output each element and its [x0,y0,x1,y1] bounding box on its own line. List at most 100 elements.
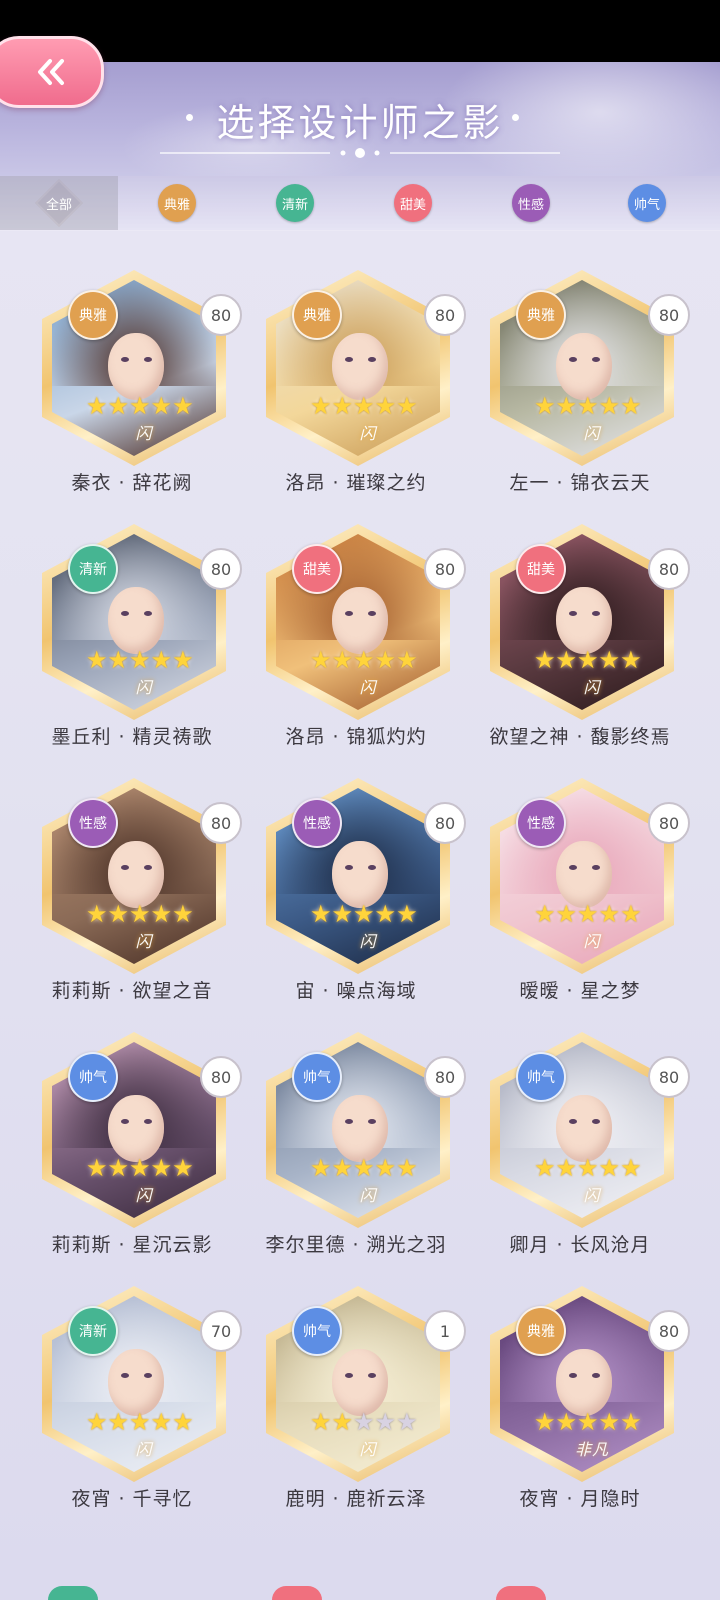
card-name: 暧暧 · 星之梦 [519,980,641,1002]
star-icon: ★ [577,900,599,928]
star-icon: ★ [534,900,556,928]
style-badge: 甜美 [292,544,342,594]
filter-pill: 全部 [36,180,82,226]
flash-label: 闪 [135,678,153,697]
star-icon: ★ [374,1408,397,1436]
star-icon: ★ [555,646,578,674]
star-rating: ★ ★ ★ ★ ★ [86,1410,196,1434]
star-rating: ★ ★ ★ ★ ★ [310,394,420,418]
designer-card[interactable]: ★ ★ ★ ★ ★ 闪 帅气 80 卿月 · 长风沧月 [470,1032,690,1268]
portrait-frame: ★ ★ ★ ★ ★ 闪 [42,778,226,974]
status-bar [0,0,720,62]
star-icon: ★ [534,1154,556,1182]
star-icon: ★ [577,1408,599,1436]
designer-card[interactable]: ★ ★ ★ ★ ★ 闪 甜美 80 洛昂 · 锦狐灼灼 [246,524,466,760]
star-icon: ★ [86,1408,108,1436]
style-badge: 帅气 [292,1306,342,1356]
star-icon: ★ [555,900,578,928]
designer-card[interactable]: ★ ★ ★ ★ ★ 闪 帅气 80 莉莉斯 · 星沉云影 [22,1032,242,1268]
page-title: 选择设计师之影 [216,101,504,145]
star-icon: ★ [310,1154,332,1182]
card-name: 洛昂 · 锦狐灼灼 [285,726,427,748]
peek-badge [48,1586,98,1600]
portrait-frame: ★ ★ ★ ★ ★ 闪 [42,270,226,466]
designer-card[interactable]: ★ ★ ★ ★ ★ 闪 性感 80 暧暧 · 星之梦 [470,778,690,1014]
filter-tab-sexy[interactable]: 性感 [472,176,590,230]
filter-tab-sweet[interactable]: 甜美 [354,176,472,230]
style-badge: 典雅 [292,290,342,340]
card-name: 墨丘利 · 精灵祷歌 [51,726,213,748]
style-badge: 帅气 [292,1052,342,1102]
filter-tab-elegant[interactable]: 典雅 [118,176,236,230]
style-badge: 性感 [292,798,342,848]
card-name: 卿月 · 长风沧月 [509,1234,651,1256]
star-icon: ★ [172,1154,194,1182]
title-ornament-dot [512,114,519,121]
portrait-frame: ★ ★ ★ ★ ★ 闪 [490,778,674,974]
star-rating: ★ ★ ★ ★ ★ [310,648,420,672]
filter-tab-cool[interactable]: 帅气 [588,176,706,230]
star-icon: ★ [353,392,375,420]
star-icon: ★ [331,1408,354,1436]
star-icon: ★ [129,392,151,420]
star-icon: ★ [107,1408,130,1436]
level-badge: 80 [424,1056,466,1098]
star-rating: ★ ★ ★ ★ ★ [86,1156,196,1180]
card-name: 宙 · 噪点海域 [295,980,417,1002]
designer-card[interactable]: ★ ★ ★ ★ ★ 闪 帅气 80 李尔里德 · 溯光之羽 [246,1032,466,1268]
portrait-face [555,840,612,908]
portrait-face [107,1348,164,1416]
designer-card[interactable]: ★ ★ ★ ★ ★ 闪 清新 80 墨丘利 · 精灵祷歌 [22,524,242,760]
star-icon: ★ [331,392,354,420]
designer-card[interactable]: ★ ★ ★ ★ ★ 闪 典雅 80 秦衣 · 辞花阙 [22,270,242,506]
flash-label: 闪 [135,932,153,951]
star-icon: ★ [129,900,151,928]
star-icon: ★ [129,1154,151,1182]
designer-card[interactable]: ★ ★ ★ ★ ★ 闪 性感 80 宙 · 噪点海域 [246,778,466,1014]
flash-label: 闪 [359,424,377,443]
designer-card[interactable]: ★ ★ ★ ★ ★ 闪 典雅 80 洛昂 · 璀璨之约 [246,270,466,506]
star-icon: ★ [331,646,354,674]
card-name: 李尔里德 · 溯光之羽 [265,1234,447,1256]
star-icon: ★ [396,646,418,674]
filter-tab-fresh[interactable]: 清新 [236,176,354,230]
filter-pill: 帅气 [628,184,666,222]
level-badge: 80 [200,294,242,336]
card-name: 莉莉斯 · 欲望之音 [51,980,213,1002]
portrait-face [107,332,164,400]
designer-card[interactable]: ★ ★ ★ ★ ★ 闪 甜美 80 欲望之神 · 馥影终焉 [470,524,690,760]
filter-pill: 甜美 [394,184,432,222]
star-icon: ★ [620,646,642,674]
designer-card[interactable]: ★ ★ ★ ★ ★ 闪 典雅 80 左一 · 锦衣云天 [470,270,690,506]
flash-label: 闪 [583,678,601,697]
star-icon: ★ [86,646,108,674]
card-name: 莉莉斯 · 星沉云影 [51,1234,213,1256]
style-badge: 典雅 [68,290,118,340]
level-badge: 80 [200,802,242,844]
star-icon: ★ [310,900,332,928]
portrait-face [331,840,388,908]
level-badge: 80 [648,294,690,336]
designer-card[interactable]: ★ ★ ★ ★ ★ 闪 帅气 1 鹿明 · 鹿祈云泽 [246,1286,466,1522]
star-icon: ★ [598,1154,621,1182]
level-badge: 80 [200,548,242,590]
card-name: 秦衣 · 辞花阙 [71,472,193,494]
star-icon: ★ [86,900,108,928]
level-badge: 80 [200,1056,242,1098]
level-badge: 80 [648,548,690,590]
star-icon: ★ [577,1154,599,1182]
designer-card[interactable]: ★ ★ ★ ★ ★ 闪 清新 70 夜宵 · 千寻忆 [22,1286,242,1522]
card-name: 洛昂 · 璀璨之约 [285,472,427,494]
style-badge: 甜美 [516,544,566,594]
back-button[interactable] [0,36,104,108]
star-icon: ★ [172,900,194,928]
portrait-frame: ★ ★ ★ ★ ★ 闪 [490,270,674,466]
level-badge: 80 [424,548,466,590]
designer-card[interactable]: ★ ★ ★ ★ ★ 闪 性感 80 莉莉斯 · 欲望之音 [22,778,242,1014]
star-icon: ★ [534,392,556,420]
style-badge: 典雅 [516,1306,566,1356]
flash-label: 闪 [583,1186,601,1205]
star-icon: ★ [107,1154,130,1182]
designer-card[interactable]: ★ ★ ★ ★ ★ 非凡 典雅 80 夜宵 · 月隐时 [470,1286,690,1522]
filter-tab-all[interactable]: 全部 [0,176,118,230]
